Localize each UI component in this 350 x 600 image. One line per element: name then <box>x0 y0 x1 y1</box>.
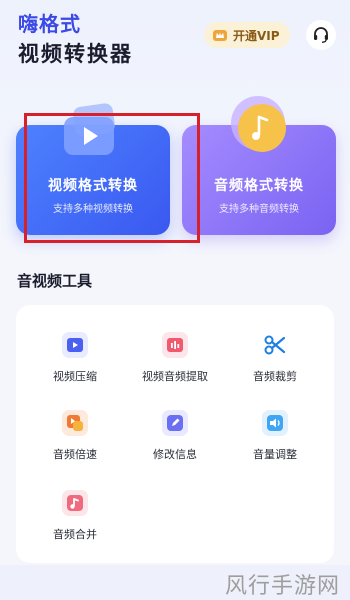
tool-audio-speed[interactable]: 音频倍速 <box>25 410 125 462</box>
video-convert-card[interactable]: 视频格式转换 支持多种视频转换 <box>16 103 170 235</box>
tool-audio-extract[interactable]: 视频音频提取 <box>125 332 225 384</box>
video-play-icon <box>64 103 115 155</box>
tools-section-title: 音视频工具 <box>17 272 93 290</box>
music-note-icon <box>231 96 286 152</box>
tools-panel: 视频压缩 视频音频提取 音频裁剪 音频倍速 修改信息 音量调整 音频合并 <box>16 305 334 563</box>
video-compress-icon <box>62 332 88 358</box>
vip-button[interactable]: 开通VIP <box>204 22 290 48</box>
volume-icon <box>262 410 288 436</box>
watermark-text: 风行手游网 <box>224 574 340 599</box>
scissors-icon <box>262 332 288 358</box>
merge-icon <box>62 490 88 516</box>
video-card-subtitle: 支持多种视频转换 <box>53 204 133 215</box>
page-title: 视频转换器 <box>18 42 133 66</box>
speed-icon <box>62 410 88 436</box>
brand-name: 嗨格式 <box>18 12 81 36</box>
tool-label: 视频压缩 <box>53 370 97 383</box>
audio-card-subtitle: 支持多种音频转换 <box>219 204 299 215</box>
tool-label: 音频倍速 <box>53 448 97 461</box>
headset-icon <box>314 27 328 43</box>
tool-volume-adjust[interactable]: 音量调整 <box>225 410 325 462</box>
customer-service-button[interactable] <box>306 20 336 50</box>
tool-label: 音频裁剪 <box>253 370 297 383</box>
tool-audio-trim[interactable]: 音频裁剪 <box>225 332 325 384</box>
tool-label: 音量调整 <box>253 448 297 461</box>
edit-icon <box>162 410 188 436</box>
video-card-title: 视频格式转换 <box>48 178 138 194</box>
audio-convert-card[interactable]: 音频格式转换 支持多种音频转换 <box>182 96 336 235</box>
tool-label: 视频音频提取 <box>142 370 208 383</box>
tool-edit-info[interactable]: 修改信息 <box>125 410 225 462</box>
vip-label: 开通VIP <box>233 28 280 43</box>
audio-extract-icon <box>162 332 188 358</box>
crown-icon <box>213 30 227 41</box>
tool-label: 修改信息 <box>153 448 197 461</box>
tool-label: 音频合并 <box>53 528 97 541</box>
audio-card-title: 音频格式转换 <box>214 178 304 194</box>
app-screen: 嗨格式 视频转换器 开通VIP 视频格式转换 支持多种视频转换 音频格式转换 支… <box>0 0 350 565</box>
tool-video-compress[interactable]: 视频压缩 <box>25 332 125 384</box>
tool-audio-merge[interactable]: 音频合并 <box>25 490 125 542</box>
